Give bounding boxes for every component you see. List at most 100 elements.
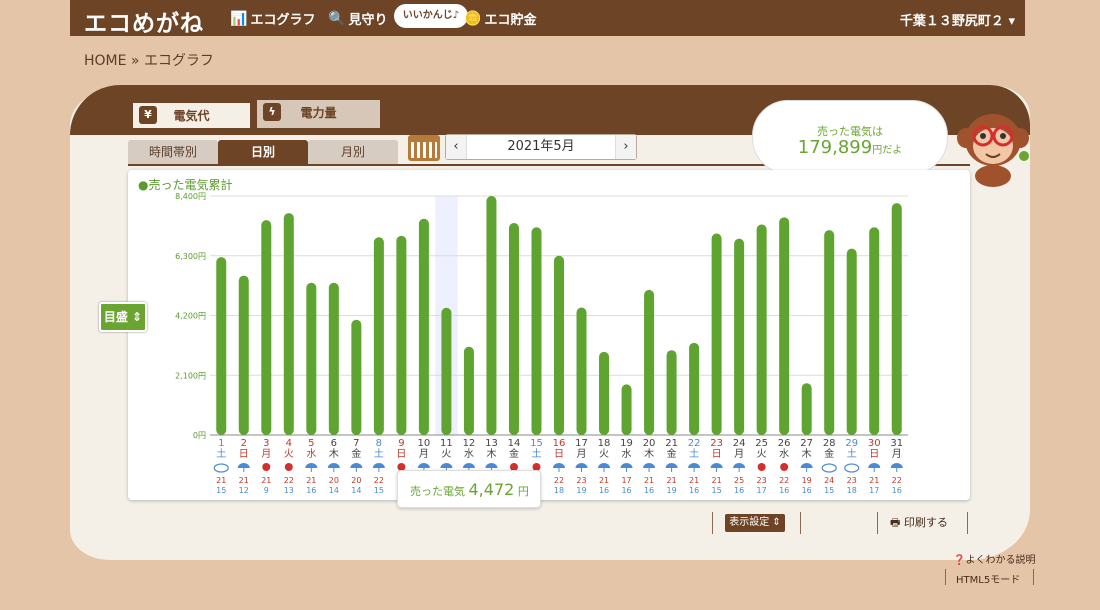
top-bar: エコめがね 📊 エコグラフ 🔍 見守り いいかんじ♪ 🪙 エコ貯金 千葉１３野尻…	[0, 0, 1100, 38]
chart-tooltip: 売った電気 4,472 円	[397, 470, 541, 508]
umbrella-icon	[733, 463, 746, 468]
umbrella-icon	[237, 463, 250, 468]
x-tick-weekday: 金	[351, 447, 361, 460]
bar	[666, 350, 677, 435]
summary-value: 179,899	[797, 137, 873, 158]
prev-month-button[interactable]: ‹	[446, 135, 466, 159]
x-tick-weekday: 水	[622, 448, 632, 460]
tab-hourly[interactable]: 時間帯別	[128, 140, 218, 164]
x-tick-weekday: 月	[892, 448, 902, 460]
scale-toggle-button[interactable]: 目盛 ⇕	[99, 302, 147, 332]
tab-electricity-cost[interactable]: ¥ 電気代	[130, 100, 253, 128]
tab-daily[interactable]: 日別	[218, 140, 308, 164]
bar	[756, 224, 767, 435]
umbrella-icon	[485, 463, 498, 468]
chart-legend: ●売った電気累計	[138, 178, 233, 192]
low-temp-label: 17	[757, 486, 767, 495]
help-link[interactable]: ❓よくわかる説明	[953, 551, 1035, 566]
low-temp-label: 19	[666, 486, 676, 495]
x-tick-weekday: 金	[667, 447, 677, 460]
low-temp-label: 13	[284, 486, 294, 495]
low-temp-label: 16	[689, 486, 699, 495]
nav-eco-savings[interactable]: 🪙 エコ貯金	[464, 9, 536, 29]
low-temp-label: 14	[351, 486, 361, 495]
low-temp-label: 16	[802, 486, 812, 495]
nav-mimamori[interactable]: 🔍 見守り	[328, 9, 388, 29]
divider	[800, 512, 801, 534]
high-temp-label: 21	[599, 476, 609, 485]
x-tick-weekday: 日	[396, 449, 406, 460]
date-selector: ‹ 2021年5月 ›	[445, 134, 637, 160]
y-tick-label: 4,200円	[175, 312, 206, 321]
high-temp-label: 20	[351, 476, 361, 485]
bar-chart: 0円2,100円4,200円6,300円8,400円1土21152日21123月…	[175, 192, 908, 495]
low-temp-label: 15	[824, 486, 834, 495]
high-temp-label: 21	[261, 476, 271, 485]
high-temp-label: 21	[239, 476, 249, 485]
divider	[945, 569, 946, 585]
x-tick-weekday: 火	[757, 448, 767, 460]
tooltip-unit: 円	[517, 485, 529, 498]
umbrella-icon	[305, 463, 318, 468]
x-tick-weekday: 水	[306, 448, 316, 460]
x-tick-day: 19	[620, 438, 633, 449]
lightning-icon: ϟ	[263, 103, 281, 121]
umbrella-icon	[665, 463, 678, 468]
bar	[463, 346, 474, 435]
bar	[216, 257, 227, 435]
umbrella-icon	[800, 463, 813, 468]
low-temp-label: 15	[374, 486, 384, 495]
magnifier-icon: 🔍	[328, 10, 346, 27]
low-temp-label: 16	[306, 486, 316, 495]
tab-electricity-usage[interactable]: ϟ 電力量	[257, 100, 380, 128]
summary-bubble: 売った電気は 179,899円だよ	[752, 100, 948, 174]
x-tick-weekday: 月	[261, 448, 271, 460]
high-temp-label: 21	[712, 476, 722, 485]
x-tick-weekday: 水	[464, 448, 474, 460]
print-button[interactable]: 🖶 印刷する	[890, 514, 948, 533]
high-temp-label: 21	[216, 476, 226, 485]
logo[interactable]: エコめがね	[84, 4, 204, 38]
x-tick-day: 17	[575, 438, 588, 449]
umbrella-icon	[575, 463, 588, 468]
nav-eco-graph[interactable]: 📊 エコグラフ	[230, 9, 315, 29]
tab-monthly[interactable]: 月別	[308, 140, 398, 164]
breadcrumb: HOME » エコグラフ	[84, 53, 214, 69]
cloud-icon	[213, 463, 229, 473]
high-temp-label: 17	[621, 476, 631, 485]
low-temp-label: 14	[329, 486, 339, 495]
bar	[306, 282, 317, 435]
x-tick-day: 11	[440, 438, 453, 449]
x-tick-weekday: 日	[239, 449, 249, 460]
low-temp-label: 18	[554, 486, 564, 495]
divider	[1033, 569, 1034, 585]
next-month-button[interactable]: ›	[616, 135, 636, 159]
bar	[373, 237, 384, 435]
y-tick-label: 0円	[193, 431, 206, 440]
html5-mode-link[interactable]: HTML5モード	[956, 571, 1020, 586]
bar	[599, 351, 610, 435]
cloud-icon	[844, 463, 860, 473]
bar	[238, 275, 249, 435]
sun-icon	[757, 463, 766, 471]
location-selector[interactable]: 千葉１３野尻町２ ▾	[900, 10, 1015, 29]
umbrella-icon	[417, 463, 430, 468]
x-tick-weekday: 金	[824, 447, 834, 460]
bar	[801, 383, 812, 435]
umbrella-icon	[350, 463, 363, 468]
calendar-icon[interactable]	[408, 135, 440, 161]
x-tick-day: 16	[553, 438, 566, 449]
display-settings-button[interactable]: 表示設定 ⇕	[725, 514, 785, 532]
bar	[261, 220, 272, 435]
low-temp-label: 16	[892, 486, 902, 495]
x-tick-day: 27	[800, 438, 813, 449]
umbrella-icon	[620, 463, 633, 468]
umbrella-icon	[710, 463, 723, 468]
high-temp-label: 21	[869, 476, 879, 485]
low-temp-label: 12	[239, 486, 249, 495]
sun-icon	[284, 463, 293, 471]
bar	[441, 307, 452, 435]
x-tick-weekday: 木	[644, 448, 654, 460]
x-tick-weekday: 土	[847, 447, 857, 460]
nav-mimamori-label: 見守り	[348, 13, 388, 28]
